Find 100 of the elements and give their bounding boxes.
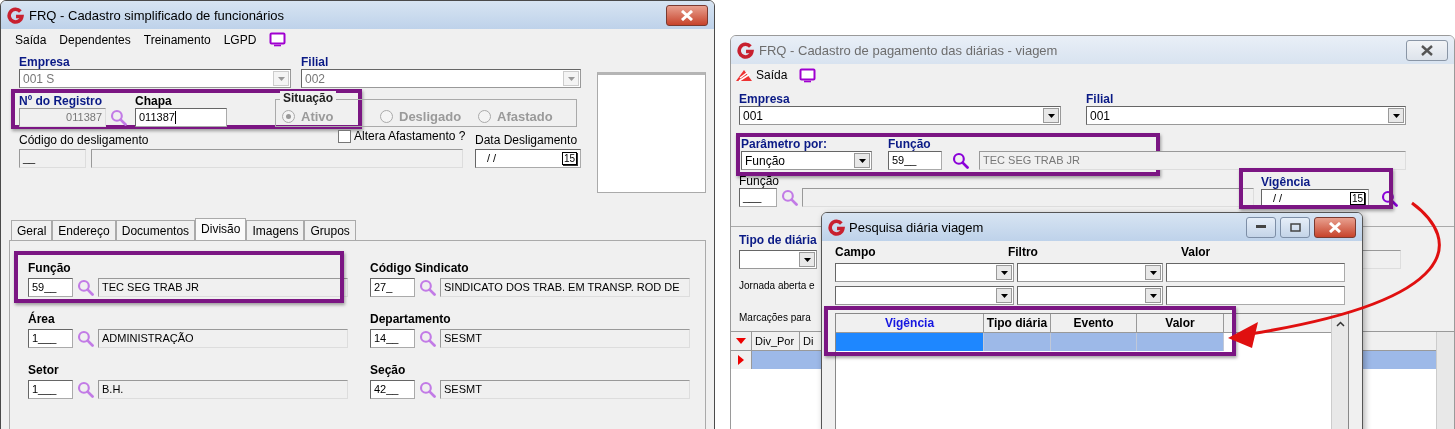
- field-label: Setor: [28, 363, 60, 377]
- dropdown[interactable]: [835, 263, 1014, 282]
- tab[interactable]: Grupos: [304, 220, 356, 240]
- text-field[interactable]: 011387: [135, 108, 227, 127]
- date-field[interactable]: / / 15: [475, 149, 581, 168]
- window-title: FRQ - Cadastro de pagamento das diárias - viagem: [759, 42, 1059, 58]
- calendar-button[interactable]: 15: [561, 152, 577, 165]
- text-field[interactable]: 011387: [19, 108, 106, 127]
- text-field[interactable]: [1166, 263, 1345, 282]
- logo-icon: [7, 6, 24, 24]
- column-header[interactable]: Evento: [1051, 314, 1137, 332]
- caret-icon: [567, 76, 575, 81]
- close-icon: [680, 9, 694, 21]
- tab[interactable]: Imagens: [246, 220, 305, 240]
- close-button[interactable]: [1314, 216, 1356, 238]
- dropdown[interactable]: 001: [739, 106, 1061, 125]
- tab[interactable]: Endereço: [52, 220, 116, 240]
- dropdown[interactable]: [835, 286, 1014, 305]
- description-field: B.H.: [98, 380, 348, 399]
- description-field: SESMT: [440, 380, 690, 399]
- field-label: Função: [28, 261, 72, 275]
- toolbar-button[interactable]: Saída: [735, 68, 788, 82]
- dropdown[interactable]: [1017, 263, 1163, 282]
- group-title: Situação: [280, 91, 336, 105]
- search-icon[interactable]: [1381, 190, 1398, 207]
- tab[interactable]: Documentos: [115, 220, 196, 240]
- caret-icon: [1149, 270, 1157, 275]
- field-label: Nº do Registro: [19, 94, 104, 108]
- caret-icon: [1047, 113, 1055, 118]
- caret-icon: [1000, 270, 1008, 275]
- code-field[interactable]: 1___: [28, 329, 73, 348]
- field-label: Data Desligamento: [475, 133, 578, 147]
- column-header[interactable]: Valor: [1137, 314, 1224, 332]
- logo-icon: [828, 218, 845, 236]
- description-field: SINDICATO DOS TRAB. EM TRANSP. ROD DE: [440, 278, 690, 297]
- search-icon[interactable]: [952, 152, 969, 169]
- field-label: Seção: [370, 363, 407, 377]
- checkbox-option[interactable]: Altera Afastamento ?: [338, 129, 475, 143]
- code-field[interactable]: ___: [739, 188, 777, 207]
- field-label: Jornada aberta e: [739, 279, 815, 293]
- code-field[interactable]: 42__: [370, 380, 415, 399]
- monitor-icon[interactable]: [799, 67, 817, 83]
- code-field[interactable]: 27_: [370, 278, 415, 297]
- minimize-icon: [1256, 225, 1266, 229]
- code-field[interactable]: 14__: [370, 329, 415, 348]
- menu-item[interactable]: LGPD: [223, 32, 257, 47]
- field-label: Código do desligamento: [19, 133, 150, 147]
- calendar-button[interactable]: 15: [1349, 192, 1365, 205]
- code-field[interactable]: 59__: [888, 151, 942, 170]
- window-title: FRQ - Cadastro simplificado de funcionários: [29, 7, 286, 23]
- caret-icon: [803, 257, 811, 262]
- maximize-button[interactable]: [1280, 216, 1310, 238]
- dropdown[interactable]: [1017, 286, 1163, 305]
- close-button[interactable]: [666, 4, 708, 26]
- column-header[interactable]: Div_Por: [752, 332, 800, 350]
- dropdown[interactable]: [739, 250, 817, 269]
- minimize-button[interactable]: [1246, 216, 1276, 238]
- description-field: TEC SEG TRAB JR: [979, 151, 1406, 170]
- field-label: Filial: [301, 55, 330, 69]
- menu-item[interactable]: Saída: [15, 32, 47, 47]
- menu-item[interactable]: Dependentes: [59, 32, 131, 47]
- text-field[interactable]: __: [19, 149, 86, 168]
- text-field[interactable]: [1166, 286, 1345, 305]
- close-icon: [1420, 44, 1434, 56]
- monitor-icon[interactable]: [269, 32, 287, 47]
- code-field[interactable]: 59__: [28, 278, 73, 297]
- menu-item[interactable]: Treinamento: [143, 32, 211, 47]
- caret-icon: [1149, 293, 1157, 298]
- search-icon[interactable]: [110, 109, 127, 126]
- field-label: Empresa: [19, 55, 71, 69]
- field-label: Filial: [1086, 92, 1115, 106]
- caret-icon: [1392, 113, 1400, 118]
- close-icon: [1328, 221, 1342, 233]
- caret-icon: [858, 158, 866, 163]
- maximize-icon: [1289, 222, 1301, 232]
- caret-icon: [1000, 293, 1008, 298]
- logo-icon: [737, 41, 754, 59]
- dropdown[interactable]: 001 S: [19, 69, 291, 88]
- tab[interactable]: Divisão: [195, 218, 247, 240]
- field-label: Chapa: [135, 94, 173, 108]
- window-title: Pesquisa diária viagem: [849, 219, 985, 235]
- dropdown[interactable]: Função: [741, 151, 872, 170]
- field-label: Parâmetro por:: [741, 137, 829, 151]
- column-header[interactable]: Tipo diária: [984, 314, 1051, 332]
- description-field: ADMINISTRAÇÃO: [98, 329, 348, 348]
- tab[interactable]: Geral: [11, 220, 53, 240]
- field-label: Empresa: [739, 92, 791, 106]
- code-field[interactable]: 1___: [28, 380, 73, 399]
- field-label: Valor: [1180, 245, 1212, 259]
- row-pointer-icon: [738, 355, 744, 365]
- scrollbar[interactable]: [1436, 332, 1454, 429]
- dropdown[interactable]: 001: [1086, 106, 1406, 125]
- column-header[interactable]: Vigência: [836, 314, 984, 332]
- field-label: Marcações para: [739, 311, 811, 325]
- field-label: Departamento: [370, 312, 452, 326]
- scroll-up-icon[interactable]: [1335, 321, 1345, 327]
- description-field: TEC SEG TRAB JR: [98, 278, 348, 297]
- scrollbar[interactable]: [1331, 314, 1348, 429]
- dropdown[interactable]: 002: [301, 69, 581, 88]
- field-label: Função: [739, 174, 781, 188]
